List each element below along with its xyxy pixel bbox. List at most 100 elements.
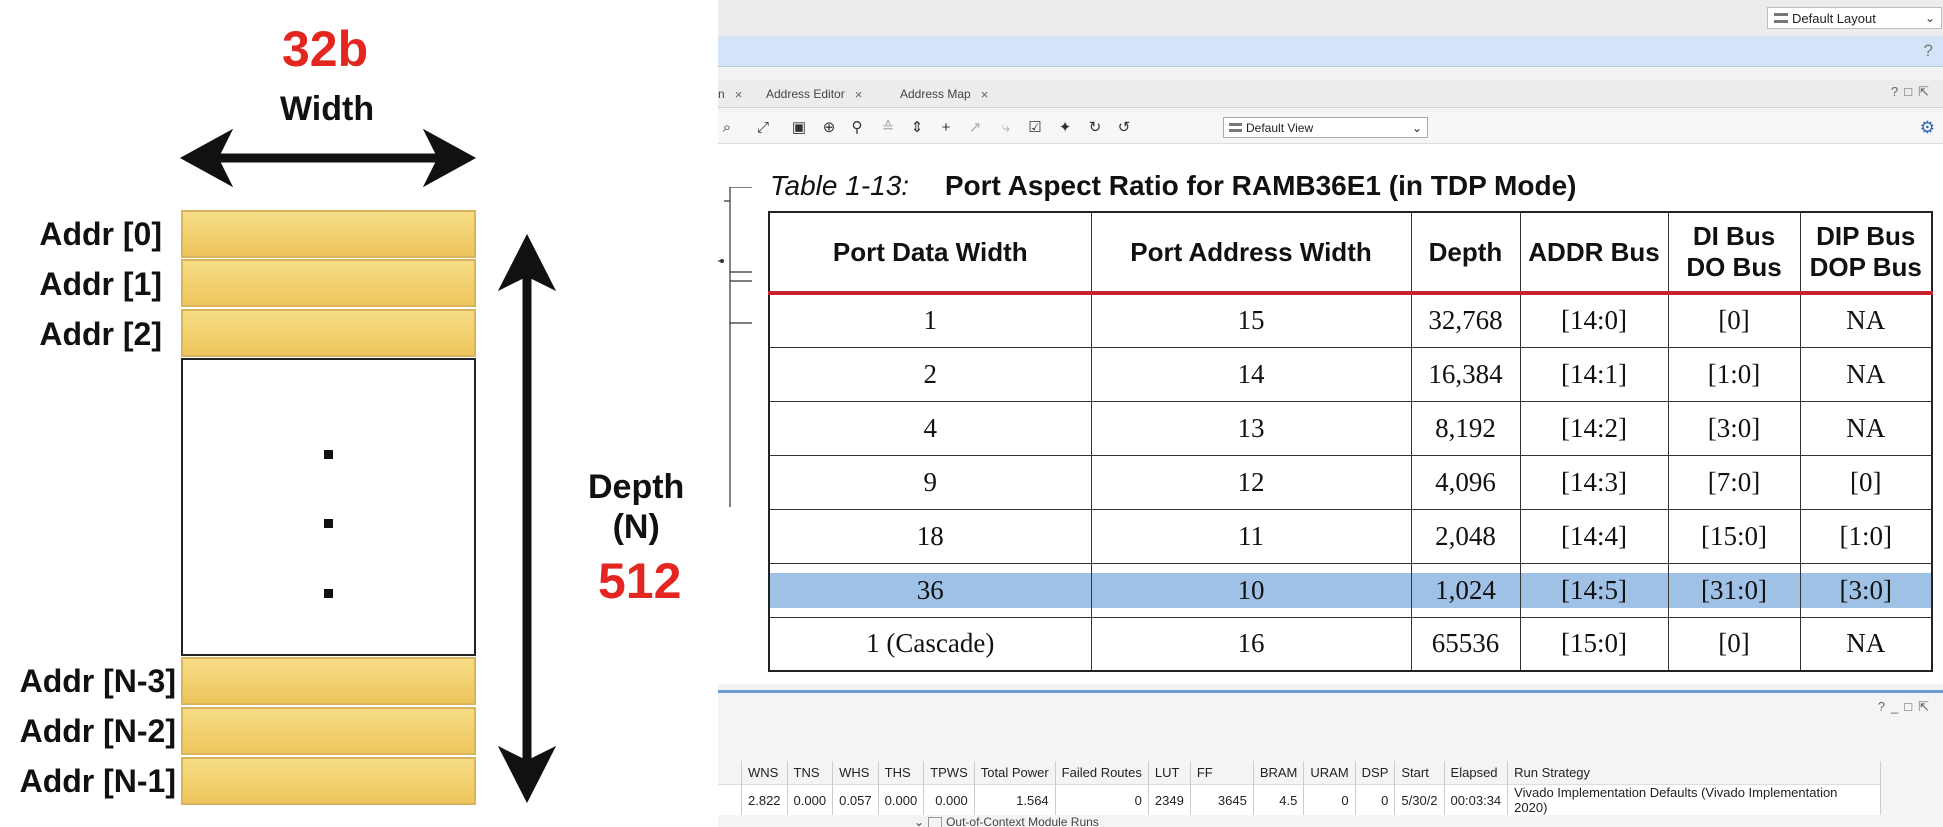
memory-ellipsis-block — [181, 358, 476, 656]
close-icon[interactable]: × — [855, 87, 863, 102]
table-row: 4 13 8,192 [14:2] [3:0] NA — [768, 400, 1933, 456]
table-header-row: Port Data Width Port Address Width Depth… — [768, 211, 1933, 295]
highlighted-text[interactable]: [14:5] — [1520, 572, 1668, 608]
tab-label: Address Map — [900, 87, 971, 101]
refresh-icon[interactable]: ↻ — [1086, 119, 1104, 137]
table-cell: 18 — [768, 508, 1092, 564]
column-header[interactable]: URAM — [1303, 761, 1356, 785]
tab-address-editor[interactable]: Address Editor × — [766, 84, 862, 104]
tab-diagram[interactable]: n × — [718, 84, 742, 104]
table-cell: 12 — [1090, 454, 1412, 510]
table-cell: [14:4] — [1519, 508, 1669, 564]
tab-address-map[interactable]: Address Map × — [900, 84, 988, 104]
help-icon[interactable]: ? — [1878, 699, 1891, 714]
column-header[interactable]: BRAM — [1253, 761, 1305, 785]
column-header[interactable]: WNS — [741, 761, 788, 785]
table-cell: [14:3] — [1519, 454, 1669, 510]
float-icon[interactable]: ⇱ — [1918, 84, 1935, 99]
column-header[interactable]: FF — [1190, 761, 1254, 785]
search-icon[interactable]: ⌕ — [718, 119, 736, 137]
expand-icon[interactable]: ⇕ — [908, 119, 926, 137]
column-header[interactable]: TNS — [787, 761, 834, 785]
table-cell: 14 — [1090, 346, 1412, 402]
depth-value-label: 512 — [598, 553, 682, 609]
addr-label: Addr [N-1] — [19, 763, 176, 799]
help-icon[interactable]: ? — [1891, 84, 1904, 99]
column-header[interactable]: WHS — [832, 761, 879, 785]
column-header[interactable]: THS — [878, 761, 925, 785]
table-cell: [31:0] — [1667, 562, 1801, 618]
wrench-icon[interactable]: ⤷ — [997, 119, 1015, 137]
table-cell: [3:0] — [1799, 562, 1933, 618]
zoom-fit-icon[interactable]: ⤢ — [754, 119, 772, 137]
table-cell: [0] — [1667, 616, 1801, 672]
highlighted-text[interactable]: 10 — [1091, 572, 1411, 608]
column-header[interactable]: Elapsed — [1444, 761, 1509, 785]
restore-icon[interactable]: □ — [1904, 699, 1918, 714]
table-row[interactable]: 2.822 0.000 0.057 0.000 0.000 1.564 0 23… — [718, 784, 1882, 815]
view-select[interactable]: Default View ⌄ — [1223, 117, 1428, 138]
table-cell: 1,024 — [1410, 562, 1521, 618]
ellipsis-dot — [324, 450, 333, 459]
table-cell: NA — [1799, 400, 1933, 456]
doc-table-title: Table 1-13: Port Aspect Ratio for RAMB36… — [770, 170, 1576, 202]
depth-label: Depth (N) — [588, 467, 684, 547]
highlighted-text[interactable]: [31:0] — [1668, 572, 1800, 608]
search-icon[interactable]: ⚲ — [848, 119, 866, 137]
pointer-icon[interactable]: ↗ — [966, 119, 984, 137]
chevron-down-icon[interactable]: ⌄ — [914, 815, 924, 827]
table-cell: 0 — [1303, 784, 1356, 815]
column-header[interactable]: LUT — [1148, 761, 1191, 785]
table-row: 18 11 2,048 [14:4] [15:0] [1:0] — [768, 508, 1933, 564]
add-ip-icon[interactable]: + — [937, 119, 955, 137]
table-row: 9 12 4,096 [14:3] [7:0] [0] — [768, 454, 1933, 510]
close-icon[interactable]: × — [735, 87, 743, 102]
column-header: ADDR Bus — [1519, 211, 1669, 295]
collapse-icon[interactable]: ≙ — [879, 119, 897, 137]
design-runs-table: WNS TNS WHS THS TPWS Total Power Failed … — [718, 761, 1882, 815]
ide-top-bar: Default Layout ⌄ — [718, 0, 1943, 37]
tree-item-ooc-runs[interactable]: ⌄ Out-of-Context Module Runs — [914, 815, 1099, 827]
highlighted-text[interactable]: 36 — [770, 572, 1091, 608]
table-cell: [14:1] — [1519, 346, 1669, 402]
help-button[interactable]: ? — [1924, 41, 1933, 61]
pin-icon[interactable]: ✦ — [1056, 119, 1074, 137]
table-cell: 9 — [768, 454, 1092, 510]
column-header[interactable]: Failed Routes — [1055, 761, 1149, 785]
view-icon — [1229, 123, 1242, 132]
table-cell: 0 — [1055, 784, 1149, 815]
highlighted-text[interactable]: 1,024 — [1411, 572, 1520, 608]
column-header[interactable]: TPWS — [923, 761, 975, 785]
table-cell: NA — [1799, 346, 1933, 402]
column-header[interactable]: Run Strategy — [1507, 761, 1882, 785]
table-cell: 5/30/2 — [1394, 784, 1445, 815]
gear-icon[interactable]: ⚙ — [1920, 118, 1935, 138]
table-cell: 13 — [1090, 400, 1412, 456]
table-cell: Vivado Implementation Defaults (Vivado I… — [1507, 784, 1882, 815]
auto-connect-icon[interactable]: ⊕ — [820, 119, 838, 137]
fit-selection-icon[interactable]: ▣ — [790, 119, 808, 137]
memory-row-addr-0 — [181, 210, 476, 258]
minimize-icon[interactable]: _ — [1891, 699, 1904, 714]
table-cell: 8,192 — [1410, 400, 1521, 456]
column-header[interactable]: DSP — [1355, 761, 1396, 785]
restore-icon[interactable]: □ — [1904, 84, 1918, 99]
table-cell: 3645 — [1190, 784, 1254, 815]
table-cell: 32,768 — [1410, 292, 1521, 348]
validate-icon[interactable]: ☑ — [1026, 119, 1044, 137]
layout-select[interactable]: Default Layout ⌄ — [1767, 7, 1942, 29]
close-icon[interactable]: × — [981, 87, 989, 102]
editor-tab-bar: n × Address Editor × Address Map × ?□⇱ — [718, 80, 1943, 108]
column-header[interactable]: Start — [1394, 761, 1445, 785]
table-cell: 0.000 — [923, 784, 975, 815]
table-cell: [15:0] — [1519, 616, 1669, 672]
table-cell: [3:0] — [1667, 400, 1801, 456]
table-cell: 0.000 — [787, 784, 834, 815]
table-cell: [14:5] — [1519, 562, 1669, 618]
column-header[interactable]: Total Power — [974, 761, 1056, 785]
highlighted-text[interactable]: [3:0] — [1800, 572, 1931, 608]
regenerate-icon[interactable]: ↺ — [1115, 119, 1133, 137]
table-cell: 1.564 — [974, 784, 1056, 815]
float-icon[interactable]: ⇱ — [1918, 699, 1935, 714]
table-cell: 0 — [1355, 784, 1396, 815]
